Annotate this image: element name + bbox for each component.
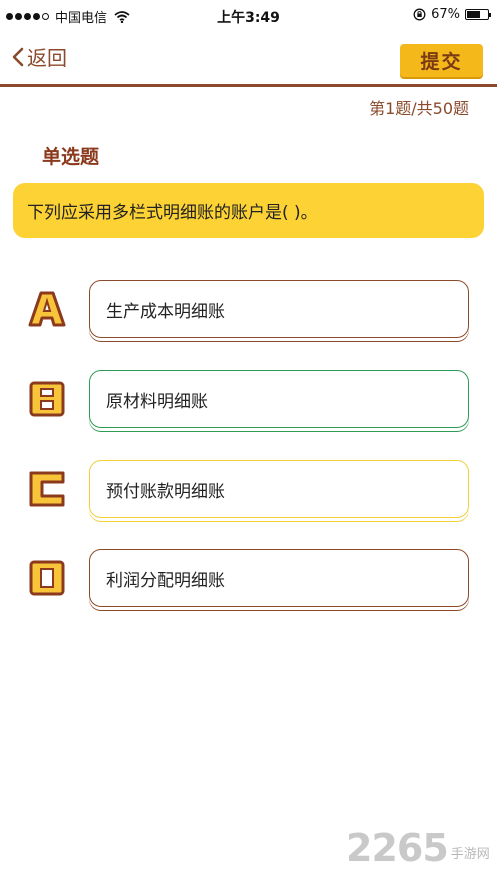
nav-bar: 返回 提交: [0, 30, 497, 87]
status-bar: 中国电信 上午3:49 67%: [0, 0, 497, 30]
question-card: 下列应采用多栏式明细账的账户是( )。: [13, 183, 484, 238]
letter-b-icon: [29, 381, 65, 417]
chevron-left-icon: [12, 47, 24, 66]
option-b[interactable]: 原材料明细账: [0, 370, 497, 432]
option-d-box[interactable]: 利润分配明细账: [89, 549, 469, 607]
option-a[interactable]: 生产成本明细账: [0, 280, 497, 342]
option-d-text: 利润分配明细账: [106, 570, 225, 591]
option-d[interactable]: 利润分配明细账: [0, 549, 497, 611]
option-c-box[interactable]: 预付账款明细账: [89, 460, 469, 518]
watermark-number: 2265: [346, 826, 449, 870]
question-progress: 第1题/共50题: [369, 99, 469, 118]
option-b-box[interactable]: 原材料明细账: [89, 370, 469, 428]
question-type-label: 单选题: [42, 146, 100, 168]
battery-percent: 67%: [431, 7, 460, 22]
letter-d-icon: [29, 560, 65, 596]
option-b-text: 原材料明细账: [106, 391, 208, 412]
option-c[interactable]: 预付账款明细账: [0, 460, 497, 522]
watermark-text: 手游网: [450, 847, 490, 862]
submit-button[interactable]: 提交: [400, 44, 483, 77]
letter-c-icon: [29, 471, 65, 507]
option-c-text: 预付账款明细账: [106, 481, 225, 502]
letter-a-icon: [28, 291, 66, 327]
orientation-lock-icon: [413, 8, 426, 21]
option-a-text: 生产成本明细账: [106, 301, 225, 322]
question-text: 下列应采用多栏式明细账的账户是( )。: [27, 203, 318, 223]
back-label: 返回: [27, 46, 67, 70]
option-a-box[interactable]: 生产成本明细账: [89, 280, 469, 338]
back-button[interactable]: 返回: [12, 42, 67, 71]
status-right: 67%: [413, 7, 491, 22]
battery-fill: [467, 11, 481, 18]
watermark: 2265 手游网: [346, 826, 490, 870]
battery-icon: [465, 9, 491, 20]
